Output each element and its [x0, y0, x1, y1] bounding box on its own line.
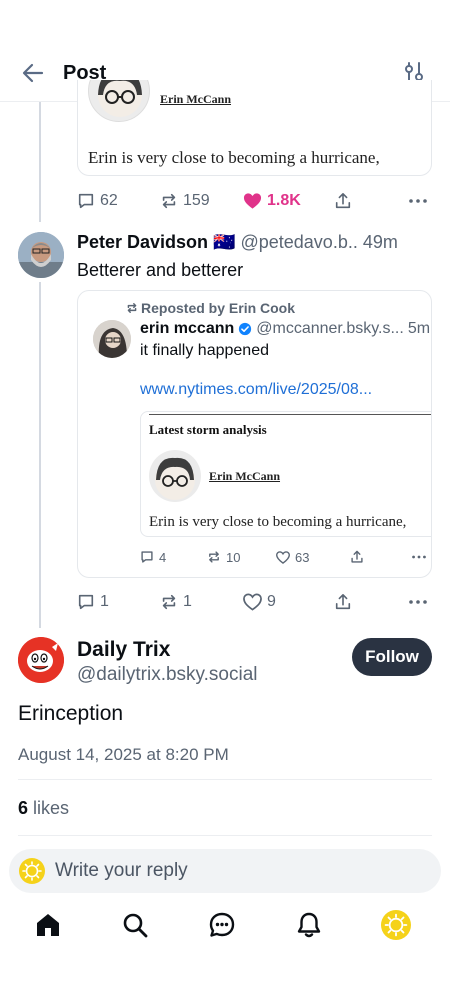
like-count: 1.8K	[267, 192, 301, 209]
post-timestamp: August 14, 2025 at 8:20 PM	[18, 745, 229, 764]
quote-author-name: erin mccann	[140, 320, 235, 337]
repost-count: 1	[183, 593, 192, 610]
more-options-button[interactable]	[408, 590, 428, 614]
user-avatar-icon	[19, 858, 45, 884]
follow-button[interactable]: Follow	[352, 638, 432, 676]
author-photo	[88, 80, 150, 122]
tab-home[interactable]	[33, 910, 63, 940]
repost-label-text: Reposted by Erin Cook	[141, 300, 296, 316]
quote-post-card[interactable]: Reposted by Erin Cook erin mccann @mccan…	[77, 290, 432, 578]
post-actions: 62 159 1.8K	[77, 189, 432, 213]
embed-headline: Erin is very close to becoming a hurrica…	[149, 514, 407, 530]
like-count: 9	[267, 593, 276, 610]
reply-count: 1	[100, 593, 109, 610]
embed-byline: Erin McCann	[209, 469, 281, 483]
author-handle: @petedavo.b..	[240, 232, 358, 252]
share-icon	[335, 593, 351, 610]
tab-chat[interactable]	[207, 910, 237, 940]
likes-label: likes	[33, 798, 70, 818]
quote-actions: 4 10 63	[140, 547, 430, 567]
reply-count: 4	[159, 549, 167, 565]
more-dots-icon	[409, 600, 427, 604]
repost-count: 10	[226, 549, 241, 565]
share-icon	[351, 550, 363, 563]
post-author[interactable]: Peter Davidson 🇦🇺 @petedavo.b.. 49m	[77, 232, 398, 253]
repost-icon	[127, 303, 137, 313]
like-button[interactable]: 1.8K	[243, 189, 301, 213]
share-button[interactable]	[334, 189, 352, 213]
reply-placeholder: Write your reply	[55, 860, 188, 881]
reply-button[interactable]: 62	[77, 189, 118, 213]
divider	[149, 414, 431, 415]
more-dots-icon	[409, 199, 427, 203]
post-text: Betterer and betterer	[77, 260, 244, 280]
quote-author: erin mccann @mccanner.bsky.s... 5m	[140, 320, 430, 338]
repost-icon	[162, 594, 176, 610]
like-count: 63	[295, 549, 310, 565]
more-options-button[interactable]	[411, 547, 427, 567]
embed-title: Latest storm analysis	[149, 422, 267, 437]
comment-icon	[78, 594, 94, 610]
bottom-tab-bar	[0, 900, 450, 956]
verified-badge-icon	[239, 322, 252, 336]
likes-summary[interactable]: 6 likes	[18, 798, 69, 819]
comment-icon	[78, 193, 94, 209]
like-button[interactable]: 9	[243, 590, 276, 614]
more-options-button[interactable]	[408, 189, 428, 213]
avatar[interactable]	[18, 232, 64, 278]
home-icon	[37, 914, 59, 936]
comment-icon	[141, 551, 153, 563]
share-button[interactable]	[350, 547, 364, 567]
chat-icon	[209, 912, 235, 937]
divider	[18, 835, 432, 836]
post-time: 49m	[362, 232, 398, 252]
post-author-handle[interactable]: @dailytrix.bsky.social	[77, 664, 257, 686]
share-button[interactable]	[334, 590, 352, 614]
reply-button[interactable]: 4	[140, 547, 166, 567]
embed-headline: Erin is very close to becoming a hurrica…	[88, 148, 380, 167]
share-icon	[335, 192, 351, 209]
embed-byline: Erin McCann	[160, 92, 232, 106]
tab-search[interactable]	[120, 910, 150, 940]
back-button[interactable]	[20, 60, 46, 86]
link-preview-card[interactable]: Latest storm analysis Erin McCann Erin i…	[140, 411, 431, 537]
reply-input[interactable]: Write your reply	[9, 849, 441, 893]
tab-notifications[interactable]	[294, 910, 324, 940]
author-name: Peter Davidson 🇦🇺	[77, 232, 236, 252]
search-icon	[123, 913, 148, 938]
heart-icon	[276, 550, 290, 564]
divider	[18, 779, 432, 780]
thread-line	[39, 282, 41, 628]
repost-icon	[209, 551, 219, 563]
quote-author-handle: @mccanner.bsky.s...	[256, 320, 404, 337]
tab-profile[interactable]	[381, 910, 411, 940]
thread-line	[39, 102, 41, 222]
more-dots-icon	[412, 555, 426, 559]
like-button[interactable]: 63	[276, 547, 309, 567]
post-text: Erinception	[18, 702, 124, 725]
post-author-name[interactable]: Daily Trix	[77, 638, 170, 662]
heart-icon	[243, 593, 262, 611]
repost-button[interactable]: 1	[160, 590, 192, 614]
heart-filled-icon	[243, 193, 262, 209]
repost-button[interactable]: 159	[160, 189, 210, 213]
avatar[interactable]	[18, 637, 64, 683]
quote-link[interactable]: www.nytimes.com/live/2025/08...	[140, 381, 372, 399]
reply-count: 62	[100, 192, 118, 209]
repost-icon	[162, 193, 176, 209]
quote-embed-card[interactable]: Erin McCann Erin is very close to becomi…	[77, 80, 432, 176]
likes-count: 6	[18, 798, 29, 818]
repost-label: Reposted by Erin Cook	[126, 300, 295, 316]
quote-time: 5m	[407, 320, 431, 337]
arrow-left-icon	[22, 63, 44, 83]
avatar	[93, 320, 131, 358]
profile-icon	[381, 910, 411, 940]
author-photo	[149, 450, 201, 502]
post-actions: 1 1 9	[77, 590, 432, 614]
repost-count: 159	[183, 192, 210, 209]
quote-text: it finally happened	[140, 342, 269, 359]
reply-button[interactable]: 1	[77, 590, 109, 614]
repost-button[interactable]: 10	[207, 547, 240, 567]
bell-icon	[297, 912, 321, 938]
